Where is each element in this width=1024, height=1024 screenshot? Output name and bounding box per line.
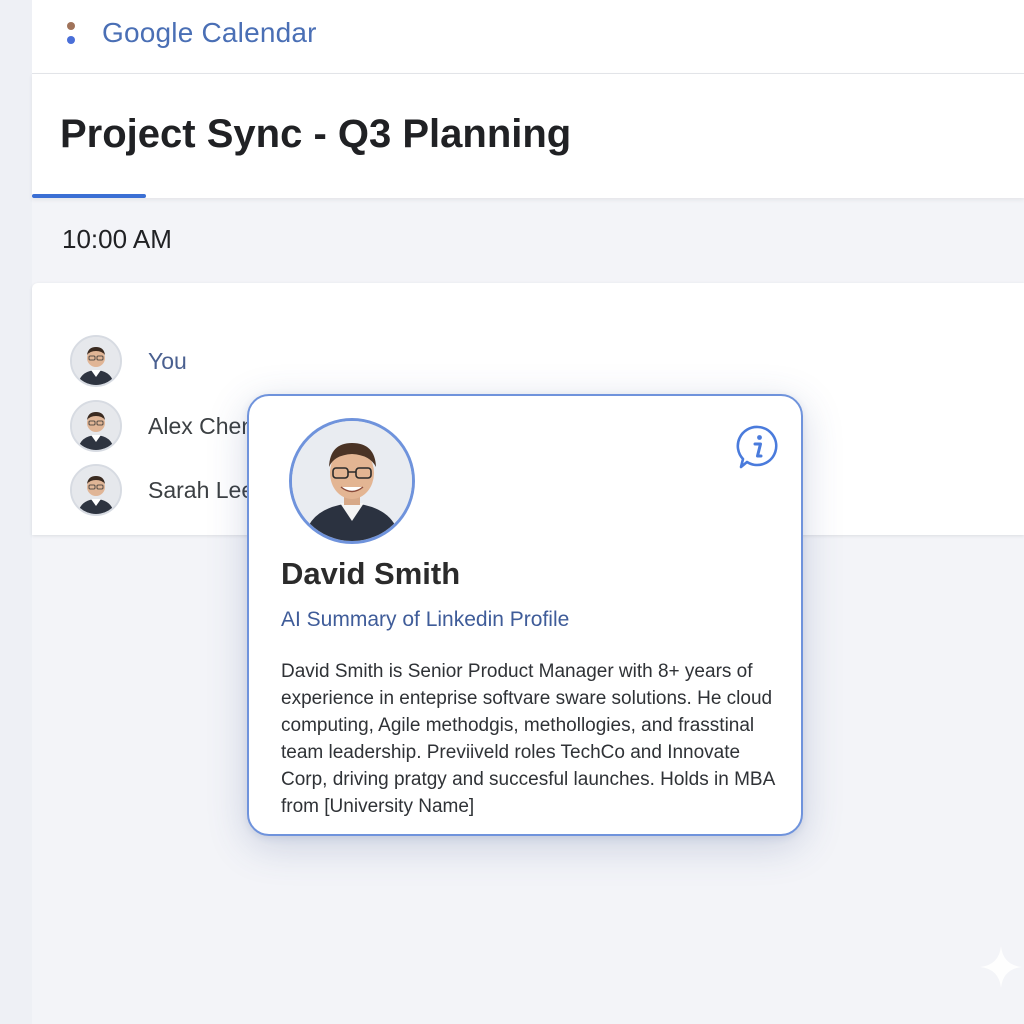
app-logo-icon <box>64 20 78 50</box>
avatar <box>70 400 122 452</box>
event-header-card: Project Sync - Q3 Planning <box>32 74 1024 198</box>
event-time: 10:00 AM <box>62 224 172 254</box>
guest-item-alex-chen[interactable]: Alex Chen <box>70 400 254 452</box>
guest-item-you[interactable]: You <box>70 335 187 387</box>
avatar <box>70 335 122 387</box>
app-title[interactable]: Google Calendar <box>102 17 317 49</box>
event-title: Project Sync - Q3 Planning <box>60 112 572 156</box>
profile-avatar <box>289 418 415 544</box>
profile-summary: David Smith is Senior Product Manager wi… <box>281 661 775 817</box>
profile-popover[interactable]: David Smith AI Summary of Linkedin Profi… <box>247 394 803 836</box>
profile-subtitle: AI Summary of Linkedin Profile <box>281 608 570 631</box>
guest-name: Sarah Lee <box>148 476 255 503</box>
sparkle-icon <box>980 946 1022 988</box>
guest-item-sarah-lee[interactable]: Sarah Lee <box>70 464 254 516</box>
guest-name: Alex Chen <box>148 412 255 439</box>
info-bubble-icon[interactable] <box>735 424 781 470</box>
app-title-google: Google <box>102 17 194 48</box>
profile-name: David Smith <box>281 556 461 591</box>
app-title-calendar: Calendar <box>193 17 317 48</box>
top-bar: Google Calendar <box>32 0 1024 74</box>
active-tab-indicator <box>32 194 146 198</box>
guest-name: You <box>148 347 187 374</box>
avatar <box>70 464 122 516</box>
